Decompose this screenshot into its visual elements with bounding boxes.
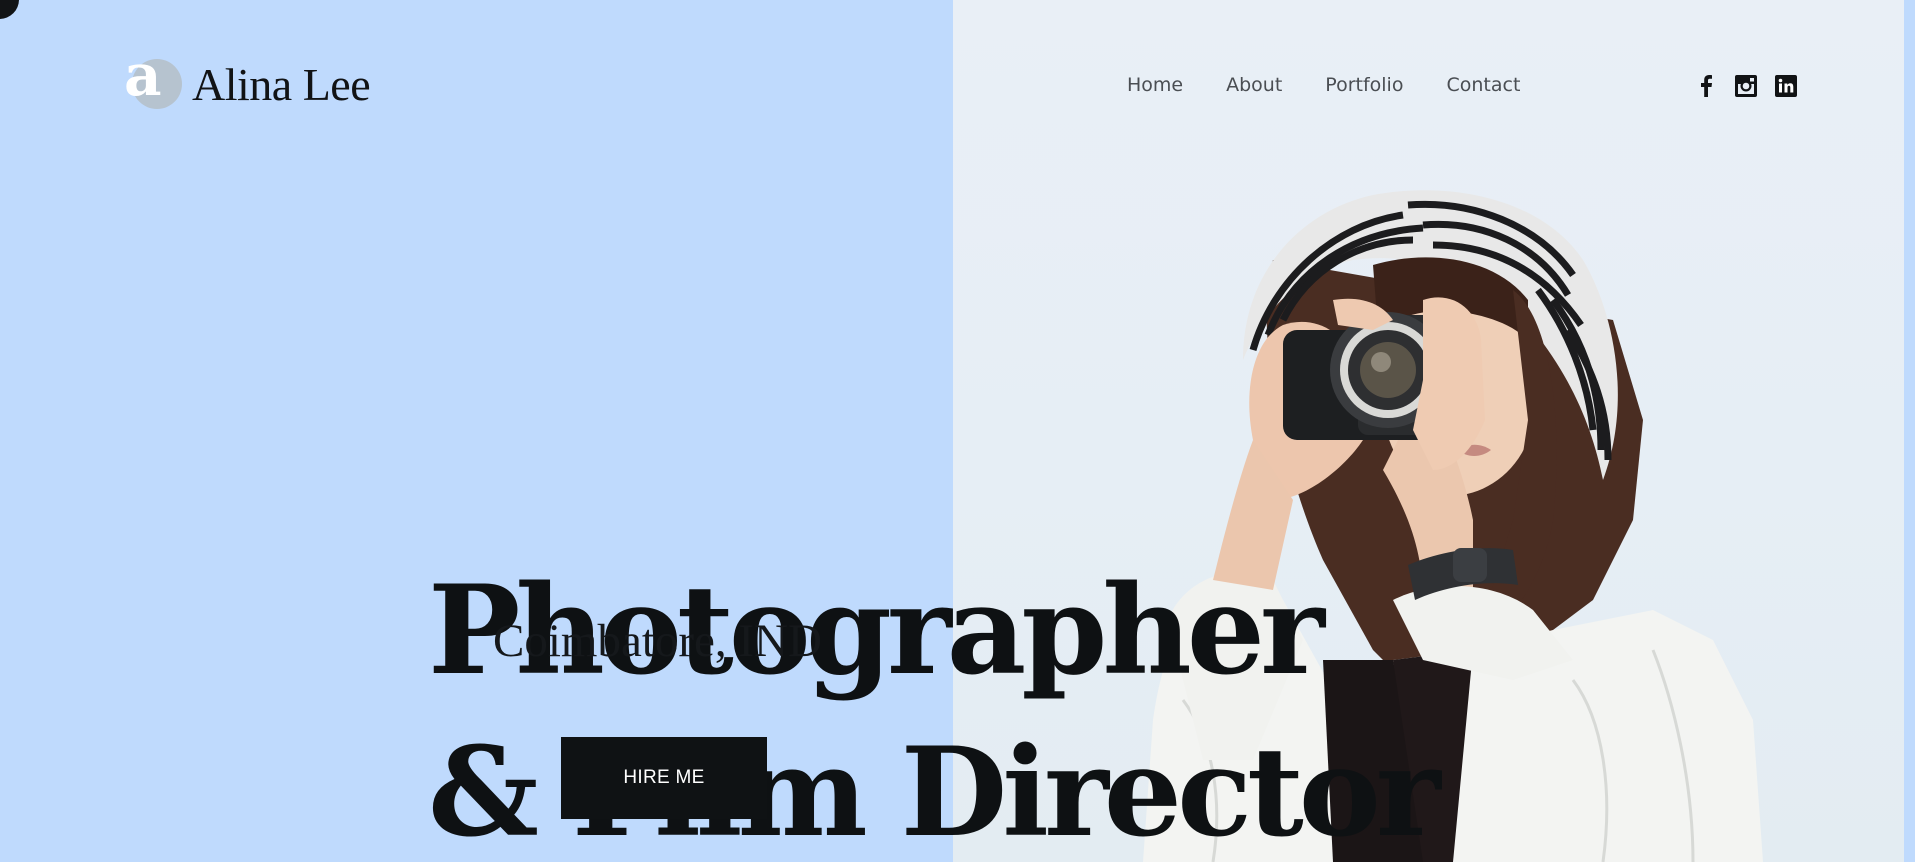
page: a Alina Lee Home About Portfolio Contact xyxy=(0,0,1915,862)
brand-logo[interactable]: a Alina Lee xyxy=(124,46,371,116)
facebook-icon[interactable] xyxy=(1694,74,1717,97)
brand-name: Alina Lee xyxy=(192,59,371,110)
nav-item-contact[interactable]: Contact xyxy=(1446,73,1520,97)
linkedin-icon[interactable] xyxy=(1774,74,1797,97)
instagram-icon[interactable] xyxy=(1734,74,1757,97)
nav-item-about[interactable]: About xyxy=(1226,73,1282,97)
nav-item-home[interactable]: Home xyxy=(1127,73,1183,97)
logo-letter: a xyxy=(124,41,162,109)
right-edge-strip xyxy=(1904,0,1915,862)
social-links xyxy=(1694,74,1797,97)
logo-badge-icon: a xyxy=(124,46,182,116)
main-nav: Home About Portfolio Contact xyxy=(1127,73,1563,97)
nav-item-portfolio[interactable]: Portfolio xyxy=(1325,73,1403,97)
location-text: Coimbatore, IND xyxy=(493,615,822,667)
hire-me-button[interactable]: HIRE ME xyxy=(561,737,767,819)
